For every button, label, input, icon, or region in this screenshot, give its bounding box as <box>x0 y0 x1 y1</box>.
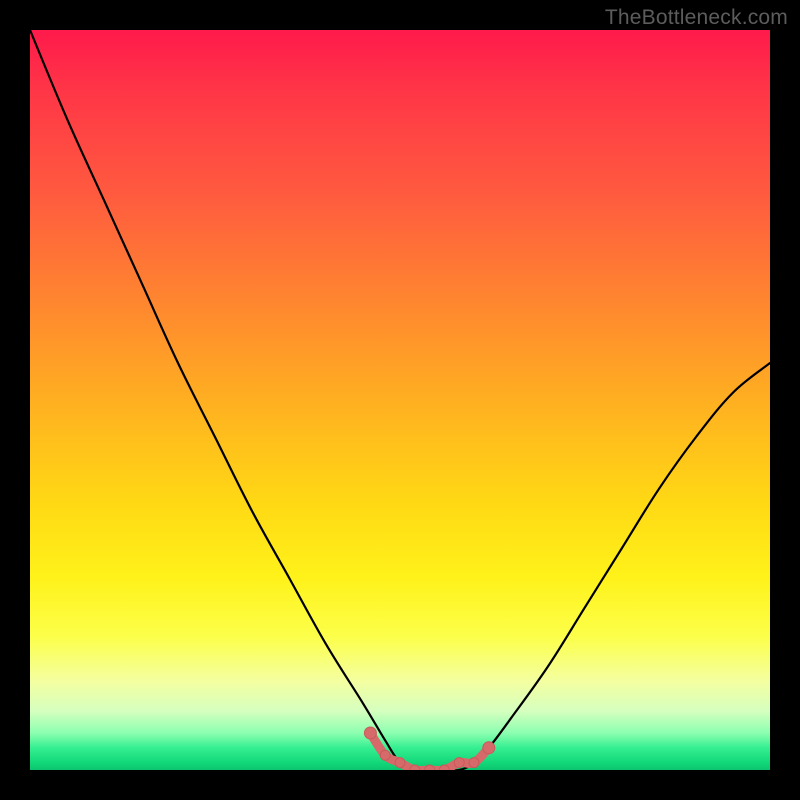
optimum-marker-dot <box>364 727 376 739</box>
chart-frame: TheBottleneck.com <box>0 0 800 800</box>
optimum-marker-dot <box>469 758 479 768</box>
watermark-text: TheBottleneck.com <box>605 6 788 30</box>
curve-layer <box>30 30 770 770</box>
optimum-marker-dot <box>395 758 405 768</box>
optimum-marker-dot <box>454 758 464 768</box>
optimum-marker-dot <box>380 750 390 760</box>
fit-curve <box>30 30 770 770</box>
plot-area <box>30 30 770 770</box>
optimum-marker-dot <box>483 742 495 754</box>
